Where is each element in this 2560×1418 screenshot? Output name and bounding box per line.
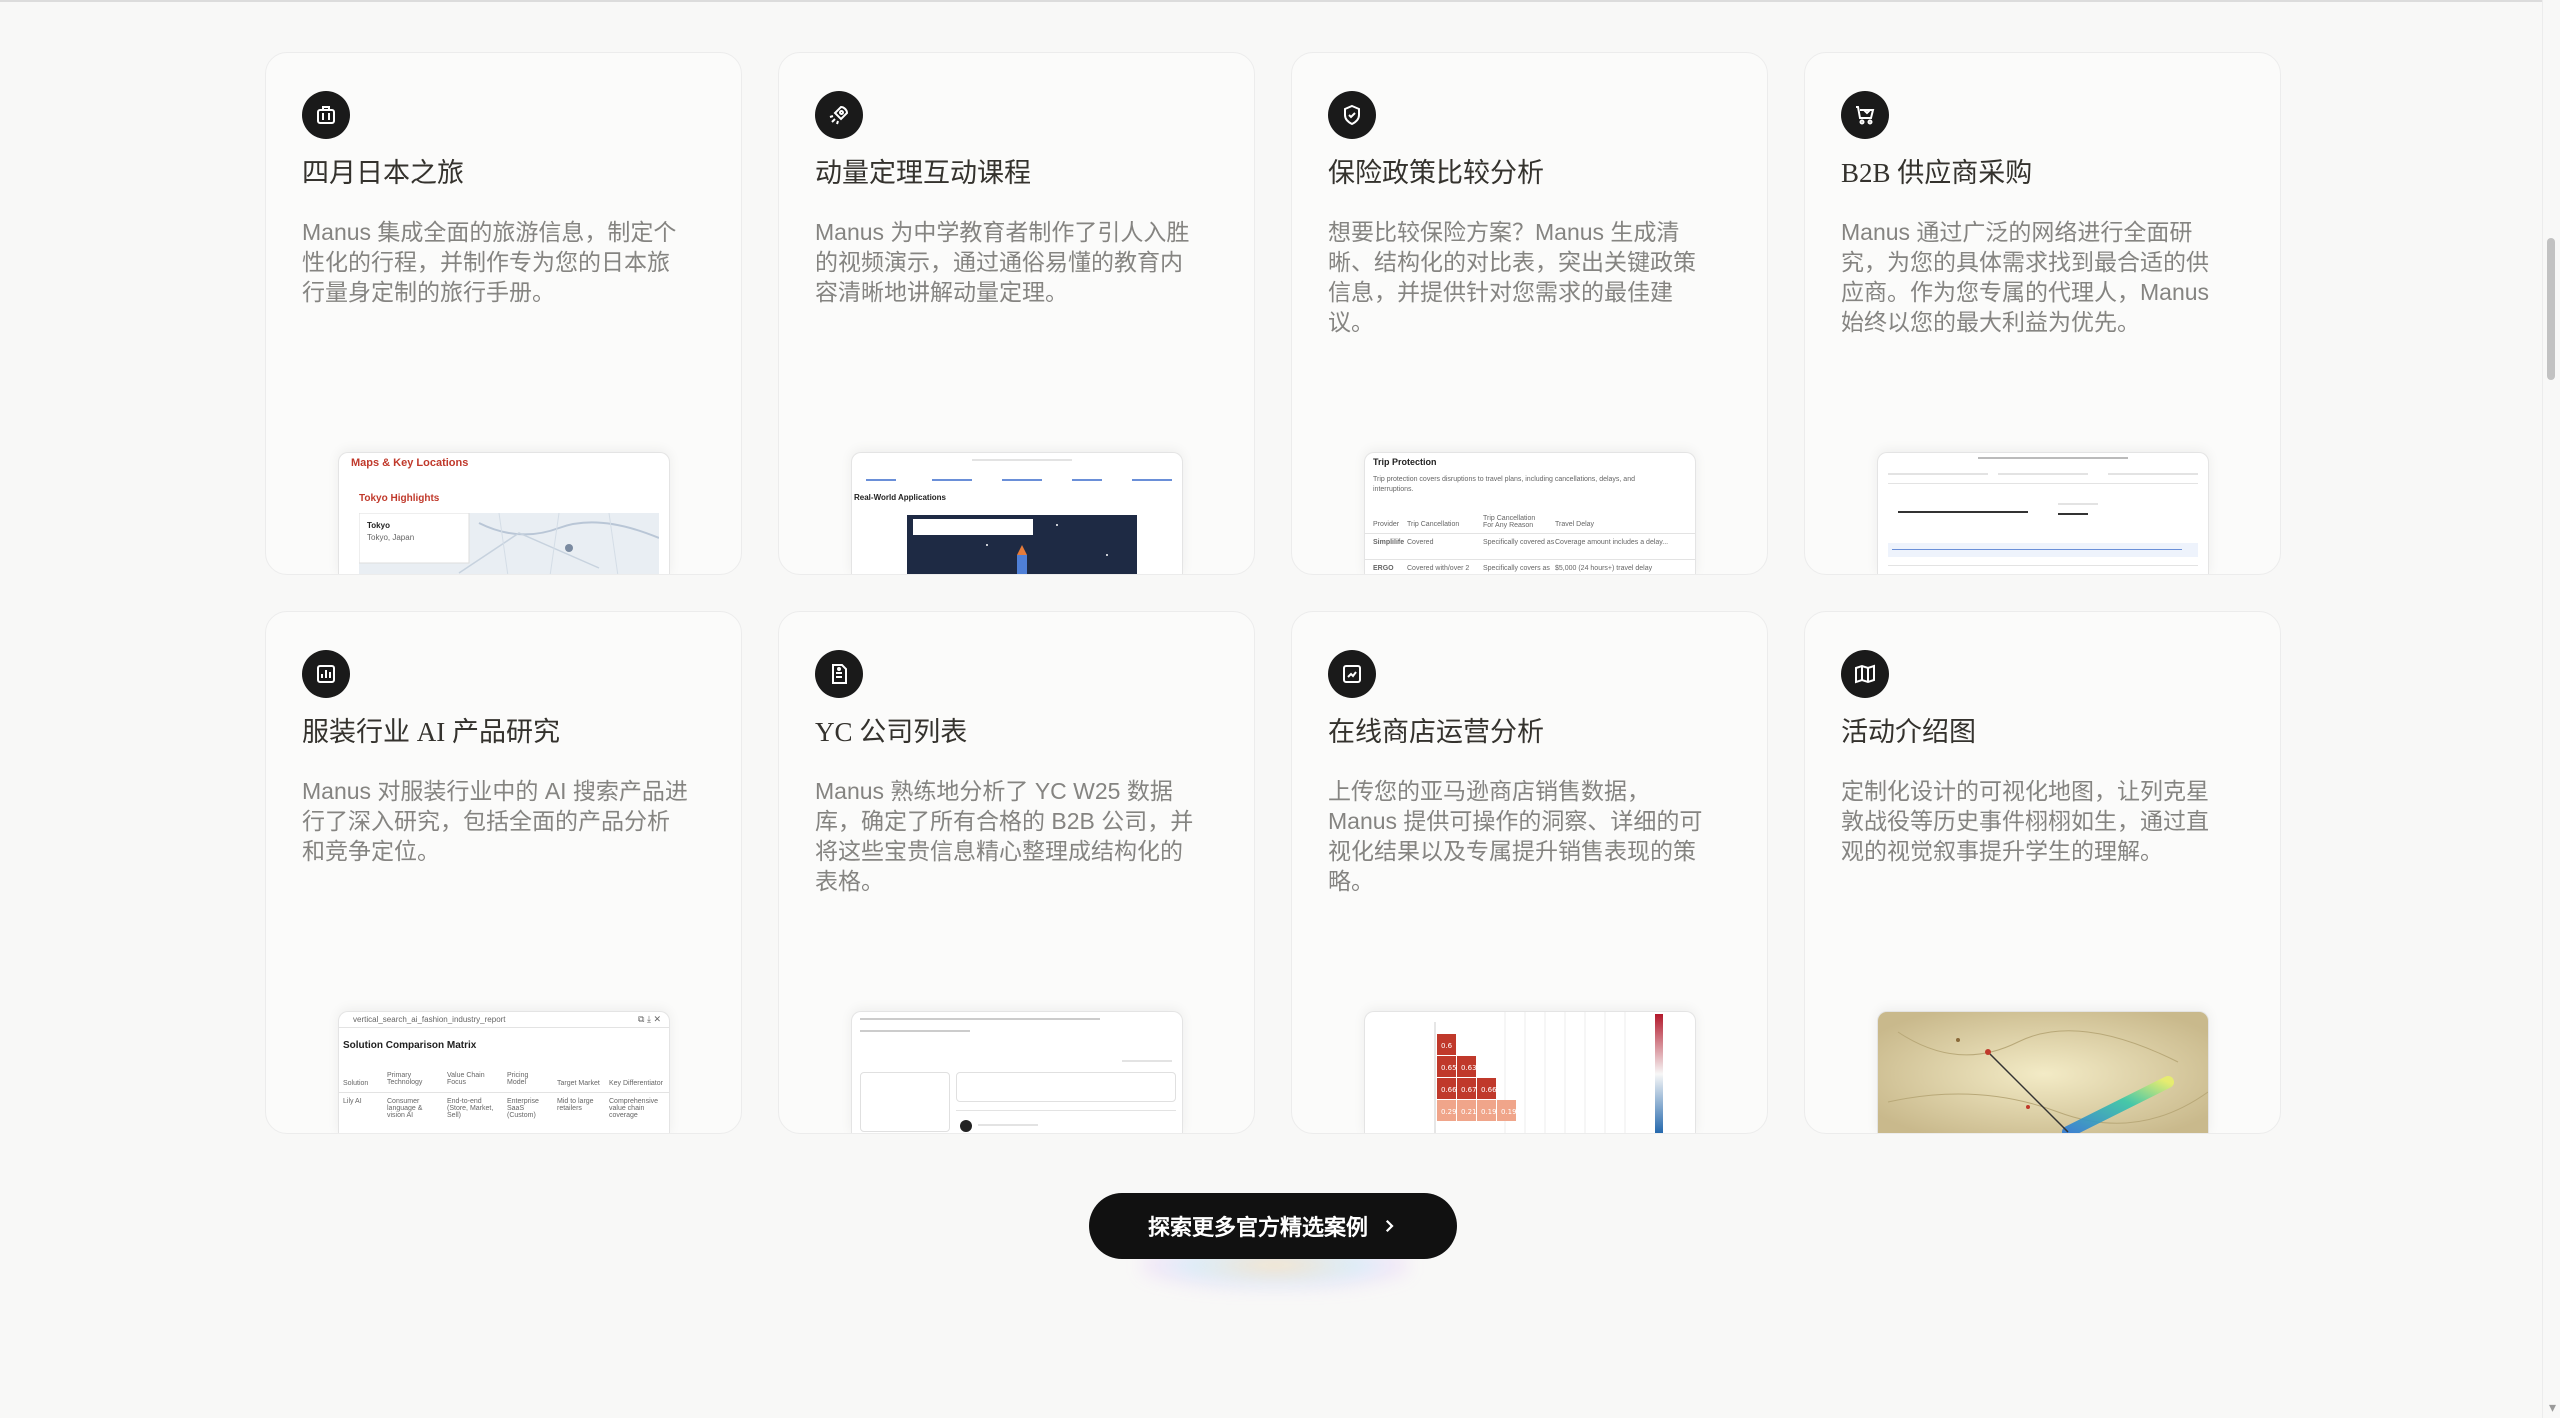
table-header: Travel Delay: [1555, 521, 1595, 528]
card-description: Manus 集成全面的旅游信息，制定个性化的行程，并制作专为您的日本旅行量身定制…: [302, 219, 677, 305]
card-title: 活动介绍图: [1841, 717, 1976, 747]
table-cell: Covered: [1407, 539, 1434, 546]
map-thumbnail: [359, 513, 659, 574]
case-card-yc-companies[interactable]: YC 公司列表 Manus 熟练地分析了 YC W25 数据库，确定了所有合格的…: [778, 611, 1255, 1134]
card-description: 上传您的亚马逊商店销售数据，Manus 提供可操作的洞察、详细的可视化结果以及专…: [1328, 778, 1703, 894]
table-cell: Specifically covered as: [1483, 539, 1555, 546]
heatmap-cell-label: 0.66: [1441, 1086, 1457, 1094]
card-preview: vertical_search_ai_fashion_industry_repo…: [338, 1011, 670, 1133]
shield-icon: [1328, 91, 1376, 139]
case-card-event-map[interactable]: 活动介绍图 定制化设计的可视化地图，让列克星敦战役等历史事件栩栩如生，通过直观的…: [1804, 611, 2281, 1134]
card-preview: Maps & Key Locations Tokyo Highlights To…: [338, 452, 670, 574]
page-scrollbar[interactable]: ▾: [2542, 0, 2560, 1418]
preview-heading: Maps & Key Locations: [351, 457, 469, 469]
case-card-fashion-ai-research[interactable]: 服装行业 AI 产品研究 Manus 对服装行业中的 AI 搜索产品进行了深入研…: [265, 611, 742, 1134]
card-description: Manus 为中学教育者制作了引人入胜的视频演示，通过通俗易懂的教育内容清晰地讲…: [815, 219, 1190, 305]
explore-more-label: 探索更多官方精选案例: [1147, 1215, 1368, 1240]
top-divider: [0, 0, 2560, 2]
heatmap-cell-label: 0.19: [1481, 1108, 1497, 1116]
card-description: Manus 熟练地分析了 YC W25 数据库，确定了所有合格的 B2B 公司，…: [815, 778, 1194, 894]
showcase-grid: 四月日本之旅 Manus 集成全面的旅游信息，制定个性化的行程，并制作专为您的日…: [265, 52, 2281, 1134]
preview-filename: vertical_search_ai_fashion_industry_repo…: [353, 1015, 506, 1024]
table-cell: $5,000 (24 hours+) travel delay: [1555, 565, 1653, 572]
table-header: Key Differentiator: [609, 1080, 663, 1087]
suitcase-icon: [302, 91, 350, 139]
card-preview: 0.6 0.65 0.63 0.66 0.67 0.66 0.29 0.21 0.19 0.19: [1364, 1011, 1696, 1133]
heatmap-cell-label: 0.67: [1461, 1086, 1477, 1094]
table-header: Trip Cancellation: [1407, 521, 1460, 528]
card-preview: Real-World Applications: [851, 452, 1183, 574]
cart-icon: [1841, 91, 1889, 139]
heatmap-cell-label: 0.21: [1461, 1108, 1477, 1116]
card-preview: Trip Protection Trip protection covers d…: [1364, 452, 1696, 574]
rocket-icon: [815, 91, 863, 139]
table-cell: Simplilife: [1373, 539, 1405, 546]
case-card-store-analysis[interactable]: 在线商店运营分析 上传您的亚马逊商店销售数据，Manus 提供可操作的洞察、详细…: [1291, 611, 1768, 1134]
table-cell: ERGO: [1373, 565, 1394, 572]
card-title: 服装行业 AI 产品研究: [302, 717, 560, 747]
preview-intro: Trip protection covers disruptions to tr…: [1373, 476, 1635, 493]
card-description: 定制化设计的可视化地图，让列克星敦战役等历史事件栩栩如生，通过直观的视觉叙事提升…: [1841, 778, 2209, 864]
card-title: 四月日本之旅: [302, 158, 464, 188]
preview-subheading: Tokyo Highlights: [359, 493, 440, 504]
case-card-momentum-course[interactable]: 动量定理互动课程 Manus 为中学教育者制作了引人入胜的视频演示，通过通俗易懂…: [778, 52, 1255, 575]
table-header: Trip Cancellation For Any Reason: [1483, 515, 1536, 529]
case-card-insurance-comparison[interactable]: 保险政策比较分析 想要比较保险方案？Manus 生成清晰、结构化的对比表，突出关…: [1291, 52, 1768, 575]
card-description: Manus 对服装行业中的 AI 搜索产品进行了深入研究，包括全面的产品分析和竞…: [302, 778, 688, 864]
preview-place: Tokyo: [367, 521, 390, 530]
table-header: Primary Technology: [387, 1072, 423, 1086]
scrollbar-thumb[interactable]: [2547, 238, 2555, 380]
preview-heading: Trip Protection: [1373, 457, 1437, 467]
preview-place-sub: Tokyo, Japan: [367, 533, 415, 542]
window-controls-icon: ⧉ ⤓ ✕: [638, 1014, 661, 1024]
correlation-heatmap: 0.6 0.65 0.63 0.66 0.67 0.66 0.29 0.21 0.19 0.19: [1434, 1012, 1663, 1133]
chevron-right-icon: [1385, 1219, 1394, 1233]
preview-heading: Solution Comparison Matrix: [343, 1040, 477, 1051]
card-preview: [1877, 1011, 2209, 1133]
card-description: 想要比较保险方案？Manus 生成清晰、结构化的对比表，突出关键政策信息，并提供…: [1328, 219, 1696, 335]
heatmap-cell-label: 0.65: [1441, 1064, 1457, 1072]
document-icon: [815, 650, 863, 698]
table-cell: Covered with/over 2: [1407, 565, 1470, 572]
table-cell: End-to-end (Store, Market, Sell): [447, 1098, 494, 1119]
card-title: 保险政策比较分析: [1328, 158, 1544, 188]
map-icon: [1841, 650, 1889, 698]
card-preview: [851, 1011, 1183, 1133]
scroll-down-arrow-icon[interactable]: ▾: [2549, 1399, 2556, 1416]
heatmap-cell-label: 0.66: [1481, 1086, 1497, 1094]
card-description: Manus 通过广泛的网络进行全面研究，为您的具体需求找到最合适的供应商。作为您…: [1841, 219, 2210, 335]
table-cell: Consumer language & vision AI: [387, 1098, 423, 1119]
table-cell: Mid to large retailers: [557, 1098, 594, 1112]
case-card-b2b-sourcing[interactable]: B2B 供应商采购 Manus 通过广泛的网络进行全面研究，为您的具体需求找到最…: [1804, 52, 2281, 575]
table-cell: Comprehensive value chain coverage: [609, 1098, 659, 1119]
table-header: Pricing Model: [507, 1072, 529, 1086]
store-chart-icon: [1328, 650, 1376, 698]
card-preview: [1877, 452, 2209, 574]
table-cell: Lily AI: [343, 1098, 362, 1105]
table-cell: Specifically covers as: [1483, 565, 1550, 572]
battle-map-thumbnail: [1878, 1012, 2208, 1133]
case-card-japan-trip[interactable]: 四月日本之旅 Manus 集成全面的旅游信息，制定个性化的行程，并制作专为您的日…: [265, 52, 742, 575]
table-cell: Coverage amount includes a delay...: [1555, 539, 1669, 546]
heatmap-cell-label: 0.6: [1441, 1042, 1453, 1050]
table-header: Target Market: [557, 1080, 600, 1087]
card-title: 动量定理互动课程: [815, 158, 1031, 188]
preview-heading: Real-World Applications: [854, 493, 947, 502]
table-header: Provider: [1373, 521, 1400, 528]
card-title: 在线商店运营分析: [1328, 717, 1544, 747]
card-title: YC 公司列表: [815, 717, 968, 747]
table-cell: Enterprise SaaS (Custom): [507, 1098, 539, 1119]
heatmap-cell-label: 0.19: [1501, 1108, 1517, 1116]
heatmap-cell-label: 0.29: [1441, 1108, 1457, 1116]
explore-more-cases-button[interactable]: 探索更多官方精选案例: [1089, 1193, 1457, 1259]
table-header: Solution: [343, 1080, 369, 1087]
table-header: Value Chain Focus: [447, 1072, 485, 1086]
heatmap-cell-label: 0.63: [1461, 1064, 1477, 1072]
video-thumbnail: [907, 515, 1137, 574]
card-title: B2B 供应商采购: [1841, 158, 2033, 188]
chart-icon: [302, 650, 350, 698]
